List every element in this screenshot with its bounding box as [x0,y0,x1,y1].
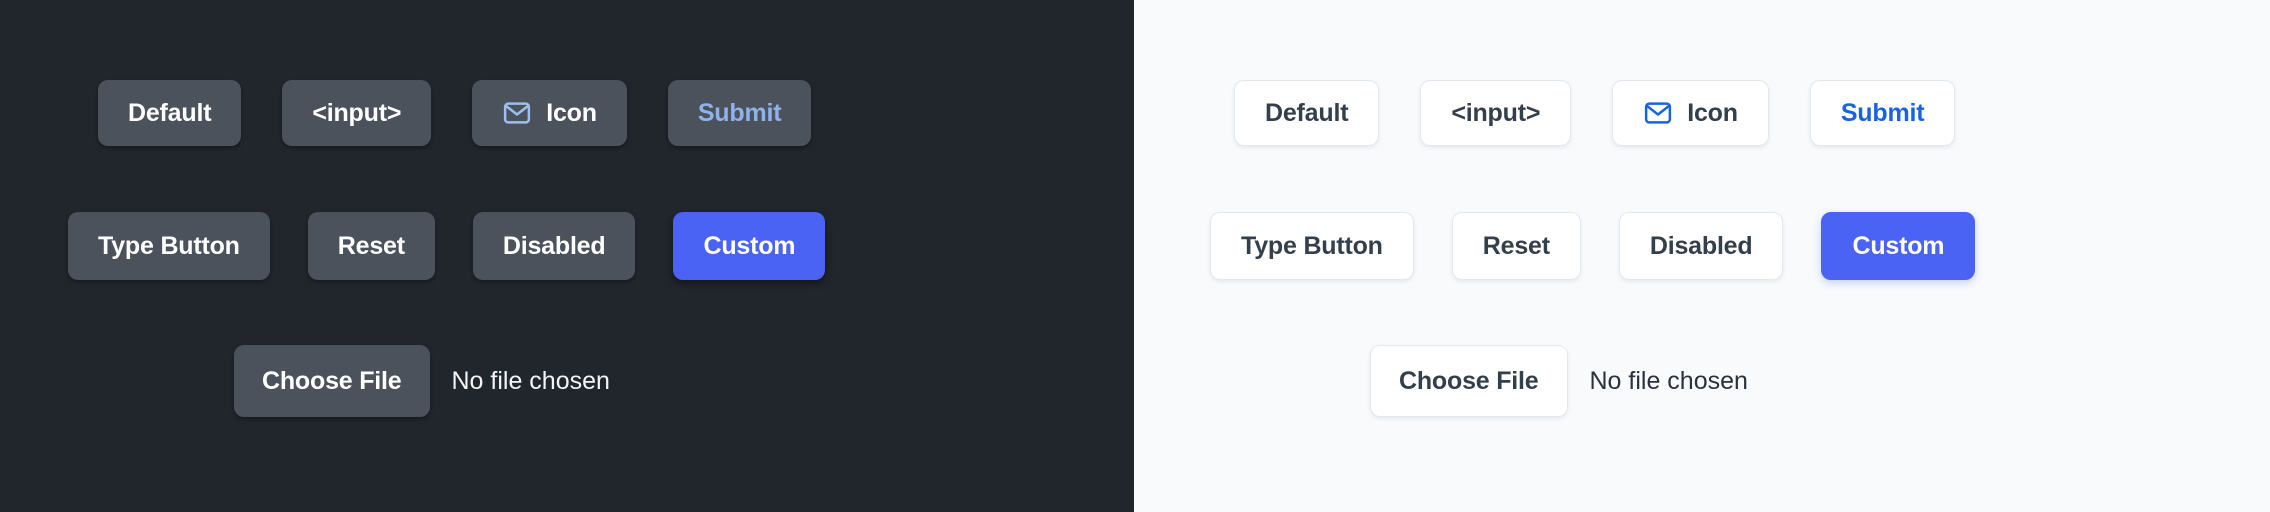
dark-type-button[interactable]: Type Button [68,212,270,280]
light-submit-button[interactable]: Submit [1809,80,1956,146]
dark-rows: Default <input> Icon Submit Type Button … [0,0,1134,512]
dark-button-row-1: Default <input> Icon Submit [98,80,812,146]
dark-default-button[interactable]: Default [98,80,242,146]
light-file-status-text: No file chosen [1589,366,1748,395]
mail-icon [502,98,532,128]
light-custom-button[interactable]: Custom [1821,212,1976,280]
dark-disabled-button: Disabled [472,212,636,280]
light-rows: Default <input> Icon Submit Type Button … [1134,0,2270,512]
dark-file-input-row: Choose File No file chosen [234,345,610,417]
dark-file-status-text: No file chosen [451,366,610,395]
mail-icon [1643,98,1673,128]
light-file-input-row: Choose File No file chosen [1370,345,1748,417]
light-icon-button[interactable]: Icon [1612,80,1769,146]
dark-icon-button-label: Icon [546,98,597,127]
light-icon-button-label: Icon [1687,98,1738,127]
dark-input-button[interactable]: <input> [282,80,432,146]
light-button-row-1: Default <input> Icon Submit [1234,80,1956,146]
light-disabled-button: Disabled [1618,212,1784,280]
dark-button-row-2: Type Button Reset Disabled Custom [68,212,826,280]
light-default-button[interactable]: Default [1234,80,1380,146]
light-file-input[interactable]: Choose File No file chosen [1370,345,1748,417]
button-showcase: Default <input> Icon Submit Type Button … [0,0,2270,512]
light-choose-file-button[interactable]: Choose File [1370,345,1568,417]
light-type-button[interactable]: Type Button [1210,212,1414,280]
dark-submit-button[interactable]: Submit [667,80,812,146]
light-reset-button[interactable]: Reset [1451,212,1581,280]
dark-reset-button[interactable]: Reset [307,212,435,280]
light-input-button[interactable]: <input> [1420,80,1572,146]
dark-custom-button[interactable]: Custom [673,212,826,280]
dark-file-input[interactable]: Choose File No file chosen [234,345,610,417]
dark-choose-file-button[interactable]: Choose File [234,345,430,417]
dark-icon-button[interactable]: Icon [472,80,627,146]
dark-theme-panel: Default <input> Icon Submit Type Button … [0,0,1134,512]
light-button-row-2: Type Button Reset Disabled Custom [1210,212,1976,280]
light-theme-panel: Default <input> Icon Submit Type Button … [1134,0,2270,512]
